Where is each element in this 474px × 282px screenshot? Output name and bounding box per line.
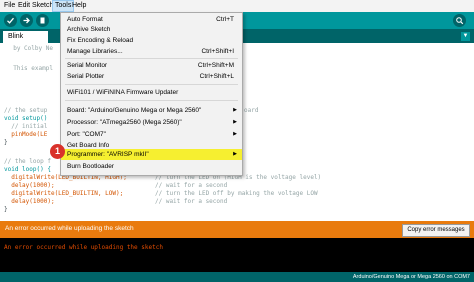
menu-separator — [65, 100, 238, 101]
submenu-arrow-icon: ▶ — [233, 107, 237, 113]
menu-item-serial-plotter[interactable]: Serial Plotter Ctrl+Shift+L — [61, 71, 242, 82]
menu-help[interactable]: Help — [70, 1, 88, 11]
menu-item-processor[interactable]: Processor: "ATmega2560 (Mega 2560)" ▶ — [61, 117, 242, 128]
console-output[interactable]: An error occurred while uploading the sk… — [0, 238, 474, 272]
menu-item-serial-monitor[interactable]: Serial Monitor Ctrl+Shift+M — [61, 60, 242, 71]
code-comment: // wait for a second — [155, 182, 228, 189]
code-comment-fragment: oard — [244, 107, 259, 114]
checkmark-icon — [7, 17, 14, 24]
code-comment: // wait for a second — [155, 198, 228, 205]
code-comment: // turn the LED off by making the voltag… — [155, 190, 318, 197]
document-icon — [40, 17, 45, 24]
code-line: } — [4, 139, 8, 146]
code-line: digitalWrite(LED_BUILTIN, LOW); — [4, 190, 124, 197]
code-line: delay(1000); — [4, 198, 55, 205]
error-bar: An error occurred while uploading the sk… — [0, 221, 474, 238]
upload-button[interactable] — [20, 14, 33, 27]
menu-item-firmware-updater[interactable]: WiFi101 / WiFiNINA Firmware Updater — [61, 87, 242, 98]
menu-separator — [65, 84, 238, 85]
status-bar: Arduino/Genuino Mega or Mega 2560 on COM… — [0, 272, 474, 282]
menu-item-manage-libraries[interactable]: Manage Libraries... Ctrl+Shift+I — [61, 46, 242, 57]
code-line: } — [4, 206, 8, 213]
menu-bar: File Edit Sketch Tools Help — [0, 0, 474, 12]
tab-menu-arrow-icon[interactable]: ▼ — [461, 32, 470, 41]
code-line: // initial — [4, 123, 48, 130]
menu-item-programmer[interactable]: Programmer: "AVRISP mkII" ▶ — [61, 149, 242, 160]
submenu-arrow-icon: ▶ — [233, 151, 237, 157]
code-line: // the setup — [4, 107, 48, 114]
menu-item-board[interactable]: Board: "Arduino/Genuino Mega or Mega 256… — [61, 105, 242, 116]
board-port-status: Arduino/Genuino Mega or Mega 2560 on COM… — [352, 274, 470, 280]
code-line: by Colby Ne — [6, 45, 53, 52]
code-line: delay(1000); — [4, 182, 55, 189]
verify-button[interactable] — [4, 14, 17, 27]
submenu-arrow-icon: ▶ — [233, 131, 237, 137]
arrow-right-icon — [23, 17, 30, 24]
new-sketch-button[interactable] — [36, 14, 49, 27]
code-line: // the loop f — [4, 158, 51, 165]
tab-blink[interactable]: Blink — [3, 31, 48, 43]
code-line: void setup() — [4, 115, 48, 122]
serial-monitor-button[interactable] — [453, 14, 466, 27]
menu-item-port[interactable]: Port: "COM7" ▶ — [61, 129, 242, 140]
menu-item-burn-bootloader[interactable]: Burn Bootloader — [61, 161, 242, 172]
console-error-text: An error occurred while uploading the sk… — [4, 244, 163, 251]
submenu-arrow-icon: ▶ — [233, 119, 237, 125]
code-line: void loop() { — [4, 166, 51, 173]
copy-error-button[interactable]: Copy error messages — [402, 224, 470, 237]
code-line: This exampl — [6, 65, 53, 72]
menu-item-archive-sketch[interactable]: Archive Sketch — [61, 24, 242, 35]
step-callout-badge: 1 — [50, 144, 65, 159]
tools-menu: Auto Format Ctrl+T Archive Sketch Fix Enc… — [60, 12, 243, 176]
code-line: pinMode(LE — [4, 131, 48, 138]
menu-item-fix-encoding[interactable]: Fix Encoding & Reload — [61, 35, 242, 46]
menu-separator — [65, 58, 238, 59]
menu-file[interactable]: File — [2, 1, 17, 11]
error-message: An error occurred while uploading the sk… — [5, 225, 134, 232]
magnifier-icon — [456, 17, 464, 25]
